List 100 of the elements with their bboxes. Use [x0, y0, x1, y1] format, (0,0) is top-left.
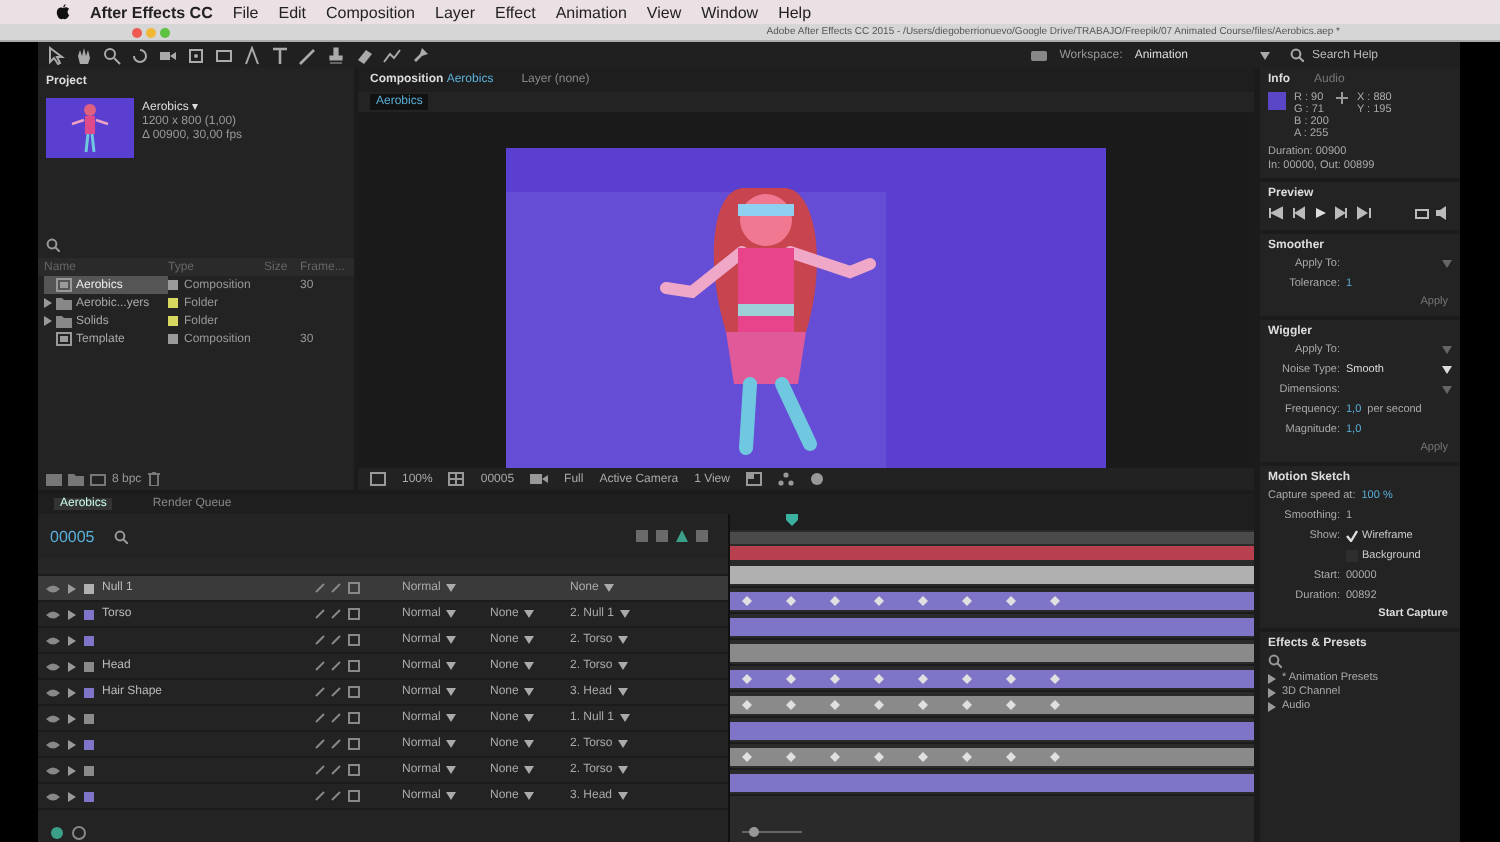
label-swatch[interactable]	[84, 765, 94, 775]
menu-item[interactable]: Animation	[555, 3, 627, 21]
menu-item[interactable]: View	[646, 3, 682, 21]
keyframe-icon[interactable]	[1006, 699, 1016, 709]
menu-item[interactable]: Effect	[495, 3, 536, 21]
type-icon[interactable]	[270, 45, 290, 65]
exposure-icon[interactable]	[809, 472, 824, 486]
next-frame-icon[interactable]	[1334, 206, 1350, 220]
keyframe-icon[interactable]	[918, 673, 928, 683]
keyframe-icon[interactable]	[874, 751, 884, 761]
keyframe-icon[interactable]	[786, 699, 796, 709]
keyframe-icon[interactable]	[1050, 751, 1060, 761]
app-menu[interactable]: After Effects CC	[90, 3, 213, 21]
timecode[interactable]: 00005	[50, 527, 95, 545]
keyframe-icon[interactable]	[786, 595, 796, 605]
keyframe-icon[interactable]	[1006, 595, 1016, 605]
expand-arrow-icon[interactable]	[68, 687, 76, 697]
expand-arrow-icon[interactable]	[68, 765, 76, 775]
keyframe-icon[interactable]	[918, 699, 928, 709]
keyframe-icon[interactable]	[1006, 673, 1016, 683]
new-composition-icon[interactable]	[90, 473, 106, 485]
menu-item[interactable]: File	[232, 3, 259, 21]
layer-switches-icon[interactable]	[314, 634, 362, 646]
menu-item[interactable]: Help	[778, 3, 812, 21]
label-swatch[interactable]	[84, 609, 94, 619]
visibility-icon[interactable]	[46, 609, 60, 619]
menu-item[interactable]: Layer	[435, 3, 476, 21]
brush-icon[interactable]	[298, 45, 318, 65]
pen-icon[interactable]	[242, 45, 262, 65]
camera-icon[interactable]	[530, 472, 549, 486]
keyframe-icon[interactable]	[962, 595, 972, 605]
visibility-icon[interactable]	[46, 687, 60, 697]
pointer-icon[interactable]	[46, 45, 66, 65]
snapshot-icon[interactable]	[370, 472, 386, 486]
keyframe-icon[interactable]	[1006, 751, 1016, 761]
keyframe-icon[interactable]	[742, 751, 752, 761]
menu-item[interactable]: Composition	[326, 3, 415, 21]
label-swatch[interactable]	[84, 661, 94, 671]
comment-icon[interactable]	[50, 825, 64, 839]
layer-switches-icon[interactable]	[314, 790, 362, 802]
label-swatch[interactable]	[84, 687, 94, 697]
roto-brush-icon[interactable]	[382, 45, 402, 65]
expand-arrow-icon[interactable]	[68, 635, 76, 645]
rotate-icon[interactable]	[130, 45, 150, 65]
label-swatch[interactable]	[84, 739, 94, 749]
expand-arrow-icon[interactable]	[68, 583, 76, 593]
first-frame-icon[interactable]	[1268, 206, 1284, 220]
expand-arrow-icon[interactable]	[68, 609, 76, 619]
keyframe-icon[interactable]	[742, 699, 752, 709]
layer-switches-icon[interactable]	[314, 712, 362, 724]
visibility-icon[interactable]	[46, 739, 60, 749]
keyframe-icon[interactable]	[830, 751, 840, 761]
keyframe-icon[interactable]	[786, 673, 796, 683]
grid-icon[interactable]	[448, 472, 465, 486]
keyframe-icon[interactable]	[830, 673, 840, 683]
speaker-icon[interactable]	[1436, 206, 1452, 220]
zoom-icon[interactable]	[102, 45, 122, 65]
trash-icon[interactable]	[147, 472, 160, 486]
expand-arrow-icon[interactable]	[68, 661, 76, 671]
keyframe-icon[interactable]	[830, 699, 840, 709]
label-swatch[interactable]	[84, 583, 94, 593]
label-swatch[interactable]	[84, 635, 94, 645]
keyframe-icon[interactable]	[874, 595, 884, 605]
loop-icon[interactable]	[1414, 206, 1430, 220]
keyframe-icon[interactable]	[874, 699, 884, 709]
visibility-icon[interactable]	[46, 713, 60, 723]
visibility-icon[interactable]	[46, 635, 60, 645]
toggle-icon[interactable]	[72, 825, 86, 839]
visibility-icon[interactable]	[46, 661, 60, 671]
keyframe-icon[interactable]	[962, 699, 972, 709]
apple-icon[interactable]	[56, 4, 70, 20]
flowchart-icon[interactable]	[777, 472, 794, 486]
keyframe-icon[interactable]	[742, 595, 752, 605]
keyframe-icon[interactable]	[742, 673, 752, 683]
visibility-icon[interactable]	[46, 765, 60, 775]
hand-icon[interactable]	[74, 45, 94, 65]
new-folder-icon[interactable]	[68, 473, 84, 485]
play-icon[interactable]	[1312, 206, 1328, 220]
keyframe-icon[interactable]	[962, 751, 972, 761]
pan-behind-icon[interactable]	[186, 45, 206, 65]
keyframe-icon[interactable]	[1050, 699, 1060, 709]
keyframe-icon[interactable]	[874, 673, 884, 683]
zoom-slider-icon[interactable]	[742, 826, 802, 838]
keyframe-icon[interactable]	[1050, 673, 1060, 683]
keyframe-icon[interactable]	[830, 595, 840, 605]
keyframe-icon[interactable]	[918, 595, 928, 605]
toggle-transparency-icon[interactable]	[745, 472, 762, 486]
previous-frame-icon[interactable]	[1290, 206, 1306, 220]
label-swatch[interactable]	[84, 713, 94, 723]
menu-item[interactable]: Window	[701, 3, 759, 21]
rectangle-icon[interactable]	[214, 45, 234, 65]
layer-switches-icon[interactable]	[314, 686, 362, 698]
menu-item[interactable]: Edit	[278, 3, 307, 21]
layer-switches-icon[interactable]	[314, 738, 362, 750]
expand-arrow-icon[interactable]	[68, 739, 76, 749]
expand-arrow-icon[interactable]	[68, 791, 76, 801]
stamp-icon[interactable]	[326, 45, 346, 65]
keyframe-icon[interactable]	[962, 673, 972, 683]
keyframe-icon[interactable]	[918, 751, 928, 761]
label-swatch[interactable]	[84, 791, 94, 801]
